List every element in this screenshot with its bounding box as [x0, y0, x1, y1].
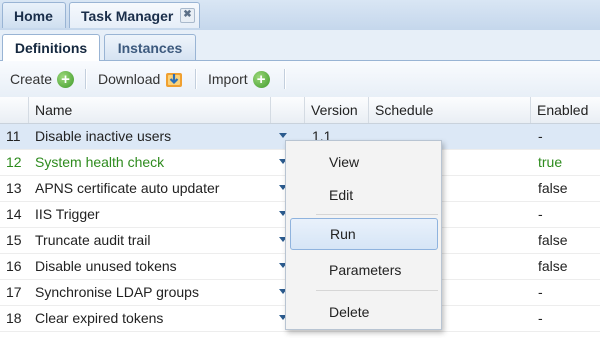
row-number: 17 [6, 284, 22, 300]
column-header-schedule[interactable]: Schedule [368, 97, 530, 123]
task-enabled: - [538, 128, 543, 144]
row-number: 12 [6, 154, 22, 170]
task-enabled: - [538, 284, 543, 300]
grid-header: Name Version Schedule Enabled [0, 97, 600, 124]
menu-item-label: Edit [329, 187, 354, 203]
column-header-name[interactable]: Name [28, 97, 270, 123]
tab-task-manager[interactable]: Task Manager ✖ [69, 2, 200, 28]
task-enabled: false [538, 180, 568, 196]
add-icon: + [57, 70, 75, 88]
menu-item-edit[interactable]: Edit [290, 179, 438, 211]
column-header-enabled[interactable]: Enabled [530, 97, 600, 123]
task-enabled: false [538, 258, 568, 274]
column-header-label: Name [35, 102, 73, 118]
menu-item-delete[interactable]: Delete [290, 296, 438, 328]
create-label: Create [10, 71, 53, 87]
toolbar: Create + Download Import + [0, 61, 600, 98]
row-number: 14 [6, 206, 22, 222]
download-button[interactable]: Download [98, 69, 183, 89]
task-name: Truncate audit trail [35, 232, 151, 248]
menu-item-label: Parameters [329, 262, 402, 278]
task-name: Disable inactive users [35, 128, 172, 144]
menu-item-view[interactable]: View [290, 146, 438, 178]
task-name: Synchronise LDAP groups [35, 284, 199, 300]
create-button[interactable]: Create + [10, 69, 75, 89]
import-label: Import [208, 71, 248, 87]
context-menu: View Edit Run Parameters Delete [285, 140, 442, 330]
toolbar-separator [195, 69, 197, 89]
task-name: APNS certificate auto updater [35, 180, 220, 196]
tab-definitions-label: Definitions [14, 40, 88, 56]
row-number: 13 [6, 180, 22, 196]
row-number: 11 [6, 128, 21, 144]
row-number-header [0, 97, 28, 123]
task-name: Disable unused tokens [35, 258, 177, 274]
row-number: 18 [6, 310, 22, 326]
column-header-label: Version [311, 102, 358, 118]
task-name: Clear expired tokens [35, 310, 164, 326]
column-header-blank [270, 97, 304, 123]
add-icon: + [252, 70, 270, 88]
column-header-label: Enabled [537, 102, 589, 118]
row-number: 15 [6, 232, 22, 248]
menu-item-label: Run [330, 226, 356, 242]
tab-definitions[interactable]: Definitions [2, 34, 100, 61]
menu-separator [316, 290, 438, 291]
toolbar-separator [85, 69, 87, 89]
tab-home-label: Home [14, 8, 53, 24]
top-tab-bar: Home Task Manager ✖ [0, 0, 600, 31]
close-icon[interactable]: ✖ [180, 8, 195, 23]
menu-item-label: Delete [329, 304, 370, 320]
column-header-label: Schedule [375, 102, 434, 118]
menu-item-run[interactable]: Run [290, 218, 438, 250]
row-menu-arrow-icon[interactable] [279, 133, 287, 138]
import-button[interactable]: Import + [208, 69, 270, 89]
tab-instances-label: Instances [117, 40, 183, 56]
task-enabled: true [538, 154, 563, 170]
row-number: 16 [6, 258, 22, 274]
sub-tab-bar: Definitions Instances [0, 30, 600, 61]
tab-instances[interactable]: Instances [104, 34, 196, 60]
menu-item-label: View [329, 154, 360, 170]
download-label: Download [98, 71, 161, 87]
task-enabled: false [538, 232, 568, 248]
menu-separator [316, 214, 438, 215]
task-enabled: - [538, 206, 543, 222]
column-header-version[interactable]: Version [304, 97, 368, 123]
tab-home[interactable]: Home [2, 2, 66, 28]
download-icon [166, 73, 183, 88]
task-name: IIS Trigger [35, 206, 100, 222]
tab-task-manager-label: Task Manager [81, 8, 174, 24]
menu-item-parameters[interactable]: Parameters [290, 254, 438, 286]
toolbar-separator [284, 69, 286, 89]
task-name: System health check [35, 154, 165, 170]
task-enabled: - [538, 310, 543, 326]
